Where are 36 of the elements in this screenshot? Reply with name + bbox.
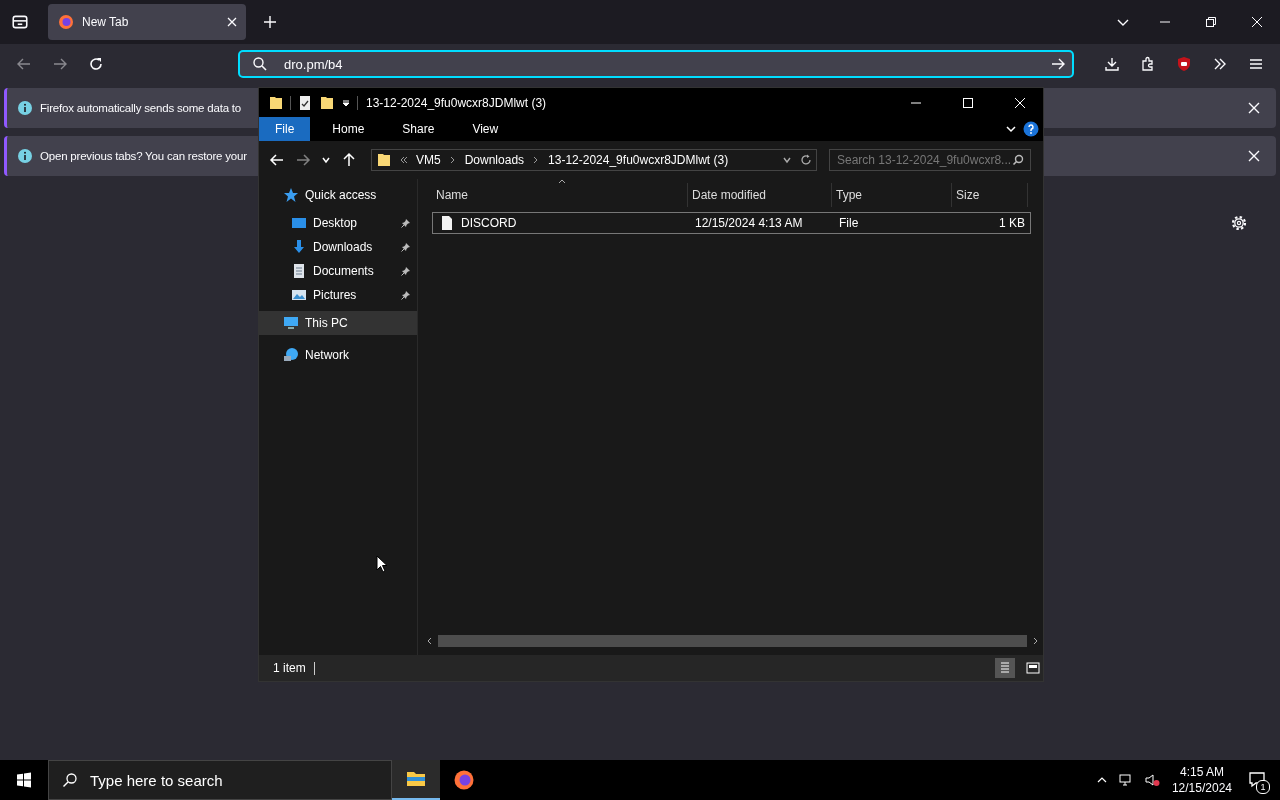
- ribbon-tab[interactable]: View: [456, 117, 515, 141]
- notification-text: Firefox automatically sends some data to: [40, 102, 242, 114]
- navigation-item[interactable]: This PC: [259, 311, 417, 335]
- ribbon-tab[interactable]: File: [259, 117, 311, 141]
- clock[interactable]: 4:15 AM 12/15/2024: [1171, 764, 1232, 796]
- navigation-item[interactable]: Desktop: [259, 215, 417, 231]
- breadcrumb-item[interactable]: 13-12-2024_9fu0wcxr8JDMlwt (3): [548, 153, 729, 167]
- status-text: 1 item: [273, 661, 306, 675]
- url-text: dro.pm/b4: [284, 56, 344, 72]
- ribbon-tab[interactable]: Share: [386, 117, 451, 141]
- table-cell: 12/15/2024 4:13 AM: [695, 216, 803, 230]
- navigation-item[interactable]: Downloads: [259, 239, 417, 255]
- navigation-item[interactable]: Quick access: [259, 183, 417, 207]
- navigation-item[interactable]: Network: [259, 343, 417, 367]
- column-header[interactable]: Size: [952, 183, 1028, 207]
- notification-count: 1: [1256, 780, 1270, 794]
- navigation-item[interactable]: Pictures: [259, 287, 417, 303]
- address-field[interactable]: VM5 Downloads 13-12-2024_9fu0wcxr8JDMlwt (3): [371, 149, 817, 171]
- tab-title: New Tab: [82, 15, 130, 29]
- notification-text: Open previous tabs? You can restore your: [40, 150, 247, 162]
- taskbar-search-field[interactable]: Type here to search: [48, 760, 392, 800]
- address-bar[interactable]: dro.pm/b4: [238, 50, 1074, 78]
- breadcrumb-item[interactable]: Downloads: [464, 153, 525, 167]
- table-cell: 1 KB: [999, 216, 1025, 230]
- table-cell: File: [839, 216, 859, 230]
- column-header[interactable]: Type: [832, 183, 952, 207]
- ribbon-tab[interactable]: Home: [316, 117, 381, 141]
- column-header[interactable]: Date modified: [688, 183, 832, 207]
- navigation-item[interactable]: Documents: [259, 263, 417, 279]
- browser-tab[interactable]: New Tab: [48, 4, 246, 40]
- table-cell: DISCORD: [461, 216, 517, 230]
- file-row[interactable]: DISCORD 12/15/2024 4:13 AM File 1 KB: [432, 212, 1031, 234]
- breadcrumb-item[interactable]: VM5: [416, 153, 441, 167]
- column-header[interactable]: Name: [432, 183, 688, 207]
- window-title: 13-12-2024_9fu0wcxr8JDMlwt (3): [366, 95, 547, 110]
- search-field[interactable]: Search 13-12-2024_9fu0wcxr8...: [829, 149, 1031, 171]
